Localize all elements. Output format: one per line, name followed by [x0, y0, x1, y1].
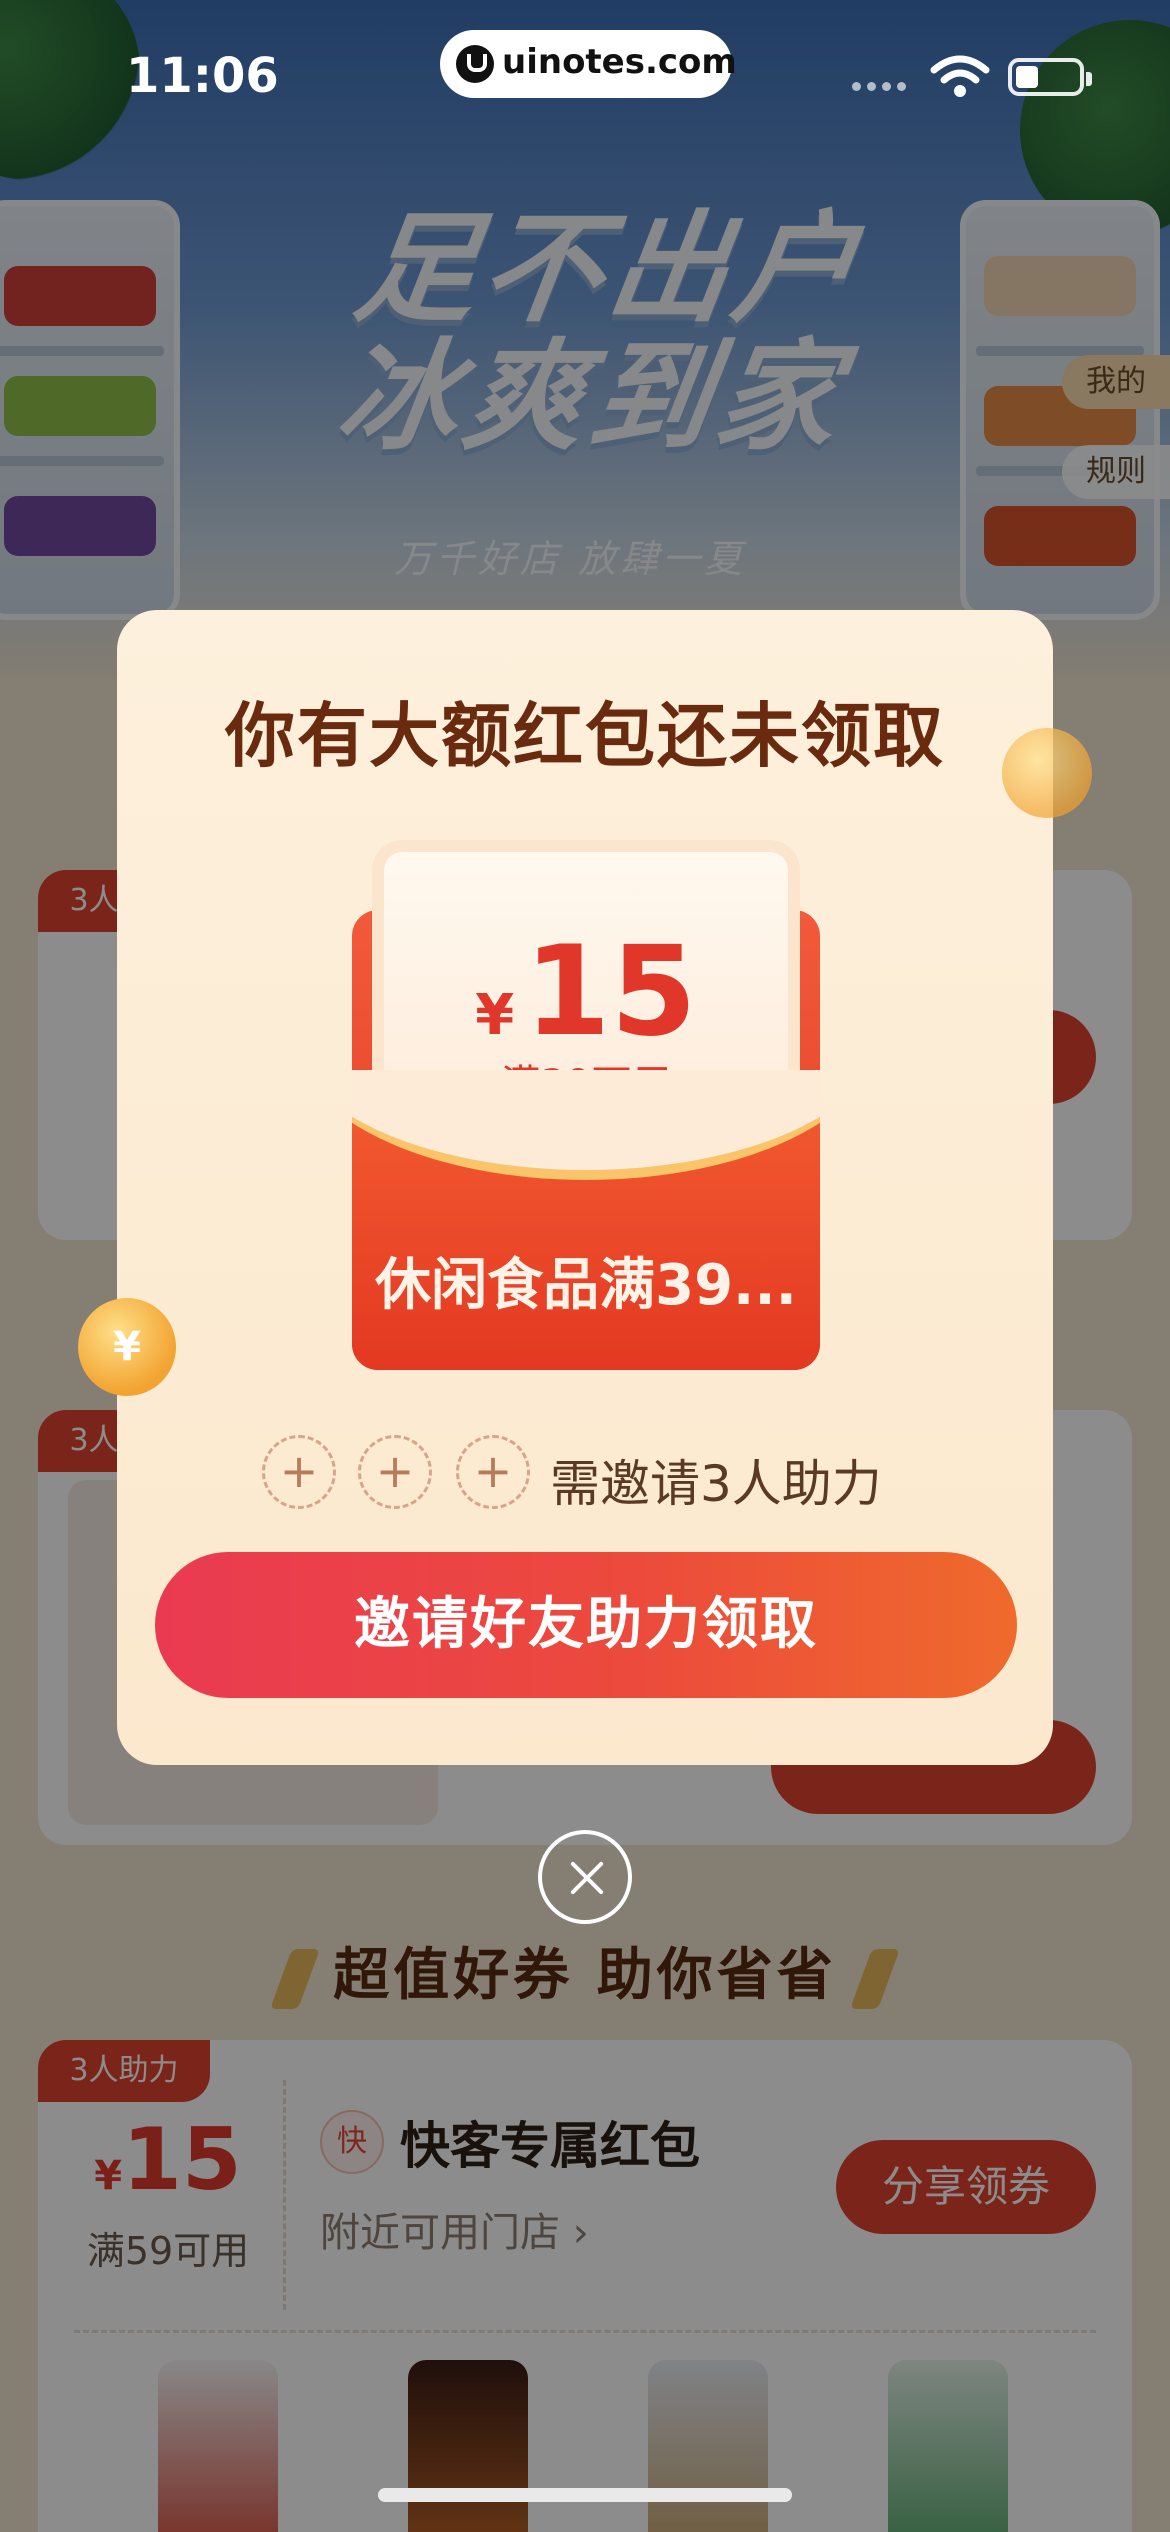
wifi-icon: [930, 55, 990, 97]
helper-slot: +: [358, 1435, 432, 1509]
coin-icon: ¥: [78, 1298, 176, 1396]
modal-title: 你有大额红包还未领取: [225, 695, 945, 777]
envelope-label: 休闲食品满39...: [375, 1253, 797, 1318]
url-text: uinotes.com: [502, 42, 737, 82]
coin-icon: [1002, 728, 1092, 818]
helper-slot: +: [456, 1435, 530, 1509]
site-logo-icon: [456, 45, 494, 83]
invite-friends-button[interactable]: 邀请好友助力领取: [155, 1552, 1017, 1698]
helper-requirement-text: 需邀请3人助力: [550, 1455, 882, 1513]
helper-slot: +: [262, 1435, 336, 1509]
envelope-amount: ¥15: [475, 920, 697, 1064]
status-time: 11:06: [126, 48, 279, 104]
cellular-signal-icon: [852, 76, 912, 95]
red-envelope: ¥15 满39可用 休闲食品满39...: [352, 840, 820, 1370]
red-packet-modal: 你有大额红包还未领取 ¥15 满39可用 休闲食品满39... + + + 需邀…: [117, 610, 1053, 1765]
home-indicator[interactable]: [378, 2488, 792, 2502]
close-modal-button[interactable]: [538, 1830, 632, 1924]
battery-icon: [1008, 58, 1092, 96]
url-pill: uinotes.com: [440, 30, 737, 98]
